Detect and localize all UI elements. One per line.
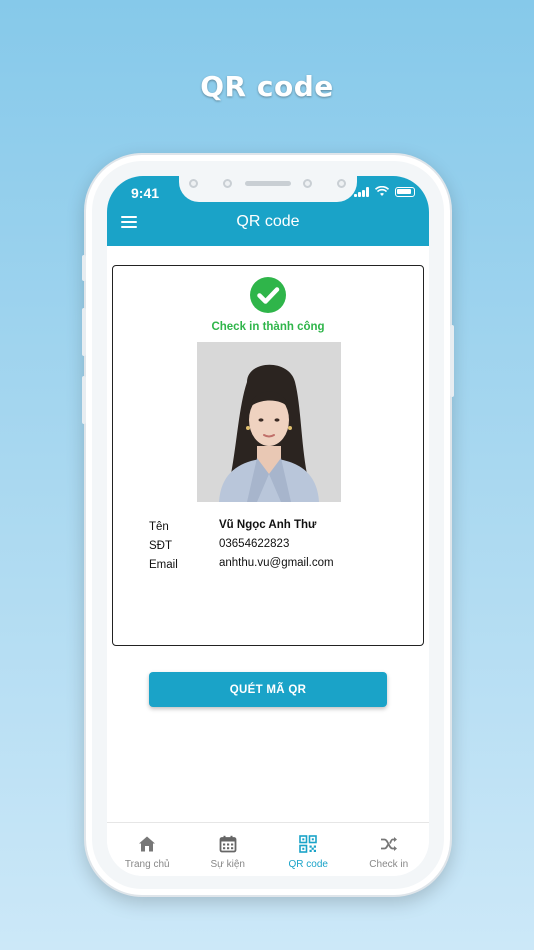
qr-code-icon bbox=[299, 835, 318, 853]
tab-label: Check in bbox=[369, 859, 409, 870]
info-label-email: Email bbox=[149, 559, 178, 571]
info-value-name: Vũ Ngọc Anh Thư bbox=[219, 519, 317, 531]
sensor-dot bbox=[303, 179, 312, 188]
check-circle-icon bbox=[250, 277, 286, 313]
tab-label: Trang chủ bbox=[124, 859, 170, 870]
tab-label: Sự kiện bbox=[210, 859, 246, 870]
tab-home[interactable]: Trang chủ bbox=[107, 823, 188, 876]
phone-side-button bbox=[82, 255, 86, 281]
calendar-icon bbox=[219, 835, 237, 853]
shuffle-icon bbox=[380, 837, 397, 851]
checkin-status-text: Check in thành công bbox=[211, 321, 325, 333]
speaker bbox=[245, 181, 291, 186]
tab-events[interactable]: Sự kiện bbox=[188, 823, 269, 876]
info-value-email: anhthu.vu@gmail.com bbox=[219, 557, 334, 569]
notch bbox=[179, 176, 357, 202]
page-title: QR code bbox=[236, 213, 300, 230]
status-icons bbox=[354, 186, 415, 197]
headline: QR code bbox=[200, 70, 334, 103]
home-icon bbox=[139, 836, 156, 852]
phone-side-button bbox=[450, 325, 454, 397]
sensor-dot bbox=[337, 179, 346, 188]
screen: 9:41 QR code Check in thành công Tên Vũ … bbox=[107, 176, 429, 876]
camera-dot bbox=[189, 179, 198, 188]
battery-icon bbox=[395, 186, 415, 197]
status-time: 9:41 bbox=[131, 185, 160, 201]
app-bar: 9:41 QR code bbox=[107, 176, 429, 246]
scan-qr-button[interactable]: QUÉT MÃ QR bbox=[149, 672, 387, 707]
tab-label: QR code bbox=[288, 859, 328, 870]
wifi-icon bbox=[375, 186, 389, 196]
bottom-tab-bar: Trang chủ Sự kiện QR code Check in bbox=[107, 822, 429, 876]
phone-side-button bbox=[82, 308, 86, 356]
attendee-photo bbox=[197, 342, 341, 502]
info-label-name: Tên bbox=[149, 521, 169, 533]
tab-qr-code[interactable]: QR code bbox=[268, 823, 349, 876]
signal-icon bbox=[354, 186, 369, 197]
sensor-dot bbox=[223, 179, 232, 188]
tab-check-in[interactable]: Check in bbox=[349, 823, 430, 876]
checkin-card: Check in thành công Tên Vũ Ngọc Anh Thư … bbox=[112, 265, 424, 646]
info-label-phone: SĐT bbox=[149, 540, 172, 552]
phone-side-button bbox=[82, 376, 86, 424]
info-value-phone: 03654622823 bbox=[219, 538, 290, 550]
